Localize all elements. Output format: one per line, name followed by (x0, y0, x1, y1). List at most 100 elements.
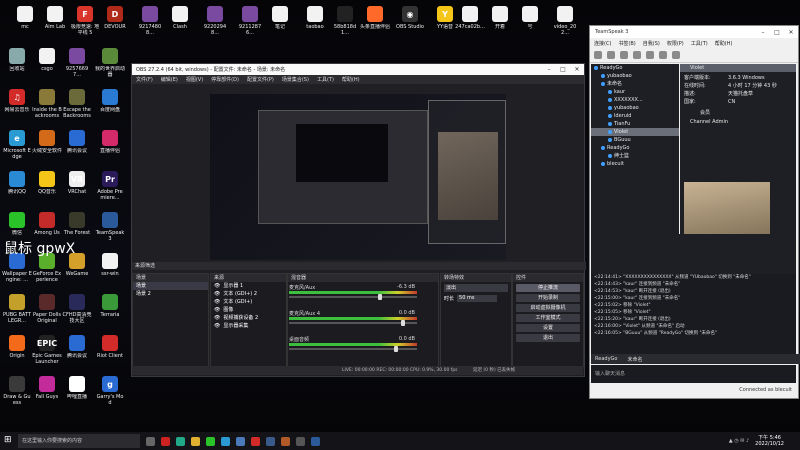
desktop-icon[interactable]: 号 (515, 6, 545, 30)
obs-menu-item[interactable]: 文件(F) (136, 76, 153, 83)
maximize-icon[interactable]: □ (556, 66, 570, 73)
store-icon[interactable] (236, 436, 245, 446)
steam-icon[interactable] (266, 436, 275, 446)
ts-menu-item[interactable]: 书签(B) (618, 40, 635, 47)
folder-icon[interactable] (191, 436, 200, 446)
desktop-icon[interactable]: Aim Lab (40, 6, 70, 30)
chat-tab-server[interactable]: ReadyGo (595, 356, 617, 362)
desktop-icon[interactable]: Clash (165, 6, 195, 30)
teamspeak-icon[interactable] (311, 436, 320, 446)
desktop-icon[interactable]: e Microsoft Edge (2, 130, 32, 160)
desktop-icon[interactable]: 247ca02b... (455, 6, 485, 30)
channel-tree-item[interactable]: TianFu (591, 120, 679, 128)
desktop-icon[interactable]: 我的世界启动器 (95, 48, 125, 78)
desktop-icon[interactable]: 92576697... (62, 48, 92, 78)
obs-menu-item[interactable]: 场景集合(S) (282, 76, 309, 83)
ts-menu-item[interactable]: 帮助(H) (715, 40, 733, 47)
start-button[interactable]: ⊞ (4, 435, 16, 447)
desktop-icon[interactable]: video_202... (550, 6, 580, 36)
teamspeak-window[interactable]: TeamSpeak 3 – □ ✕ 连接(C) 书签(B) 自我(S) 权限(P) 工具… (589, 25, 800, 399)
desktop-icon[interactable]: 回收站 (2, 48, 32, 72)
desktop-icon[interactable]: VR VRChat (62, 171, 92, 195)
desktop-icon[interactable]: 火绒安全软件 (32, 130, 62, 154)
desktop-icon[interactable]: CFHD高清竞技大区 (62, 294, 92, 324)
desktop-icon[interactable]: Among Us (32, 212, 62, 236)
obs-icon[interactable] (296, 436, 305, 446)
desktop-icon[interactable]: Draw & Guess (2, 376, 32, 406)
disconnect-icon[interactable] (607, 51, 615, 59)
desktop-icon[interactable]: 微信 (2, 212, 32, 236)
desktop-icon[interactable]: 92202948... (200, 6, 230, 36)
source-item[interactable]: 👁 显示器采集 (211, 322, 286, 330)
desktop-icon[interactable]: Riot Client (95, 335, 125, 359)
close-icon[interactable]: ✕ (784, 29, 798, 36)
desktop-icon[interactable]: ♫ 网易云音乐 (2, 89, 32, 113)
minimize-icon[interactable]: – (756, 29, 770, 36)
clock[interactable]: 下午 5:46 2022/10/12 (755, 435, 784, 447)
avatar-icon[interactable] (672, 51, 680, 59)
desktop-icon[interactable]: 腾讯QQ (2, 171, 32, 195)
desktop-icon[interactable]: Fall Guys (32, 376, 62, 400)
visibility-icon[interactable]: 👁 (214, 282, 220, 290)
source-item[interactable]: 👁 文本 (GDI+) 2 (211, 290, 286, 298)
desktop-icon[interactable]: QQ音乐 (32, 171, 62, 195)
visibility-icon[interactable]: 👁 (214, 314, 220, 322)
away-icon[interactable] (633, 51, 641, 59)
desktop-icon[interactable]: Inside the Backrooms (32, 89, 62, 119)
app-icon[interactable] (176, 436, 185, 446)
microphone-icon[interactable] (646, 51, 654, 59)
volume-slider[interactable] (289, 296, 417, 298)
tray-icons[interactable]: ▲ ◷ ✉ ♪ (729, 438, 749, 444)
channel-tree-item[interactable]: XXXXXXX... (591, 96, 679, 104)
desktop-icon[interactable]: D DEVOUR (100, 6, 130, 30)
obs-titlebar[interactable]: OBS 27.2.4 (64 bit, windows) - 配置文件: 未命名… (132, 64, 584, 75)
app-icon[interactable] (161, 436, 170, 446)
control-button[interactable]: 退出 (516, 334, 580, 342)
obs-menu-item[interactable]: 工具(T) (317, 76, 334, 83)
channel-tree-item[interactable]: yubaobao (591, 104, 679, 112)
channel-tree-item[interactable]: yubaobao (591, 72, 679, 80)
desktop-icon[interactable]: mc (10, 6, 40, 30)
speaker-icon[interactable] (659, 51, 667, 59)
ts-menu-item[interactable]: 连接(C) (594, 40, 611, 47)
desktop-icon[interactable]: g Garry's Mod (95, 376, 125, 406)
desktop-icon[interactable]: Terraria (95, 294, 125, 318)
obs-menu-item[interactable]: 视图(V) (186, 76, 203, 83)
desktop-icon[interactable]: EPIC Epic Games Launcher (32, 335, 62, 365)
obs-preview[interactable] (210, 94, 506, 260)
channel-tree-item[interactable]: 绅士篮 (591, 152, 679, 160)
desktop-icon[interactable]: PUBG BATTLEGR... (2, 294, 32, 324)
bookmark-icon[interactable] (620, 51, 628, 59)
scene-item[interactable]: 场景 (133, 282, 208, 290)
desktop-icon[interactable]: 开着 (485, 6, 515, 30)
visibility-icon[interactable]: 👁 (214, 298, 220, 306)
channel-tree-item[interactable]: Violet (591, 128, 679, 136)
volume-slider[interactable] (289, 322, 417, 324)
wechat-icon[interactable] (206, 436, 215, 446)
desktop-icon[interactable]: taobao (300, 6, 330, 30)
app-icon[interactable] (281, 436, 290, 446)
control-button[interactable]: 设置 (516, 324, 580, 332)
visibility-icon[interactable]: 👁 (214, 306, 220, 314)
obs-menu-item[interactable]: 编辑(E) (161, 76, 178, 83)
control-button[interactable]: 工作室模式 (516, 314, 580, 322)
taskbar-search[interactable]: 在这里输入你要搜索的内容 (18, 434, 140, 448)
desktop-icon[interactable]: 百度网盘 (95, 89, 125, 113)
desktop-icon[interactable]: Origin (2, 335, 32, 359)
desktop-icon[interactable]: The Forest (62, 212, 92, 236)
ts-titlebar[interactable]: TeamSpeak 3 – □ ✕ (590, 26, 798, 38)
desktop-icon[interactable]: Paper Dolls Original (32, 294, 62, 324)
visibility-icon[interactable]: 👁 (214, 290, 220, 298)
desktop-icon[interactable]: 58b818d1... (330, 6, 360, 36)
scene-item[interactable]: 场景 2 (133, 290, 208, 298)
volume-knob[interactable] (400, 320, 405, 326)
maximize-icon[interactable]: □ (770, 29, 784, 36)
volume-knob[interactable] (378, 294, 383, 300)
desktop-icon[interactable]: Pr Adobe Premiere... (95, 171, 125, 201)
obs-menu-item[interactable]: 停靠部件(D) (211, 76, 239, 83)
control-button[interactable]: 停止推流 (516, 284, 580, 292)
edge-icon[interactable] (221, 436, 230, 446)
desktop-icon[interactable]: ssr-win (95, 253, 125, 277)
netease-icon[interactable] (251, 436, 260, 446)
source-item[interactable]: 👁 视频捕获设备 2 (211, 314, 286, 322)
